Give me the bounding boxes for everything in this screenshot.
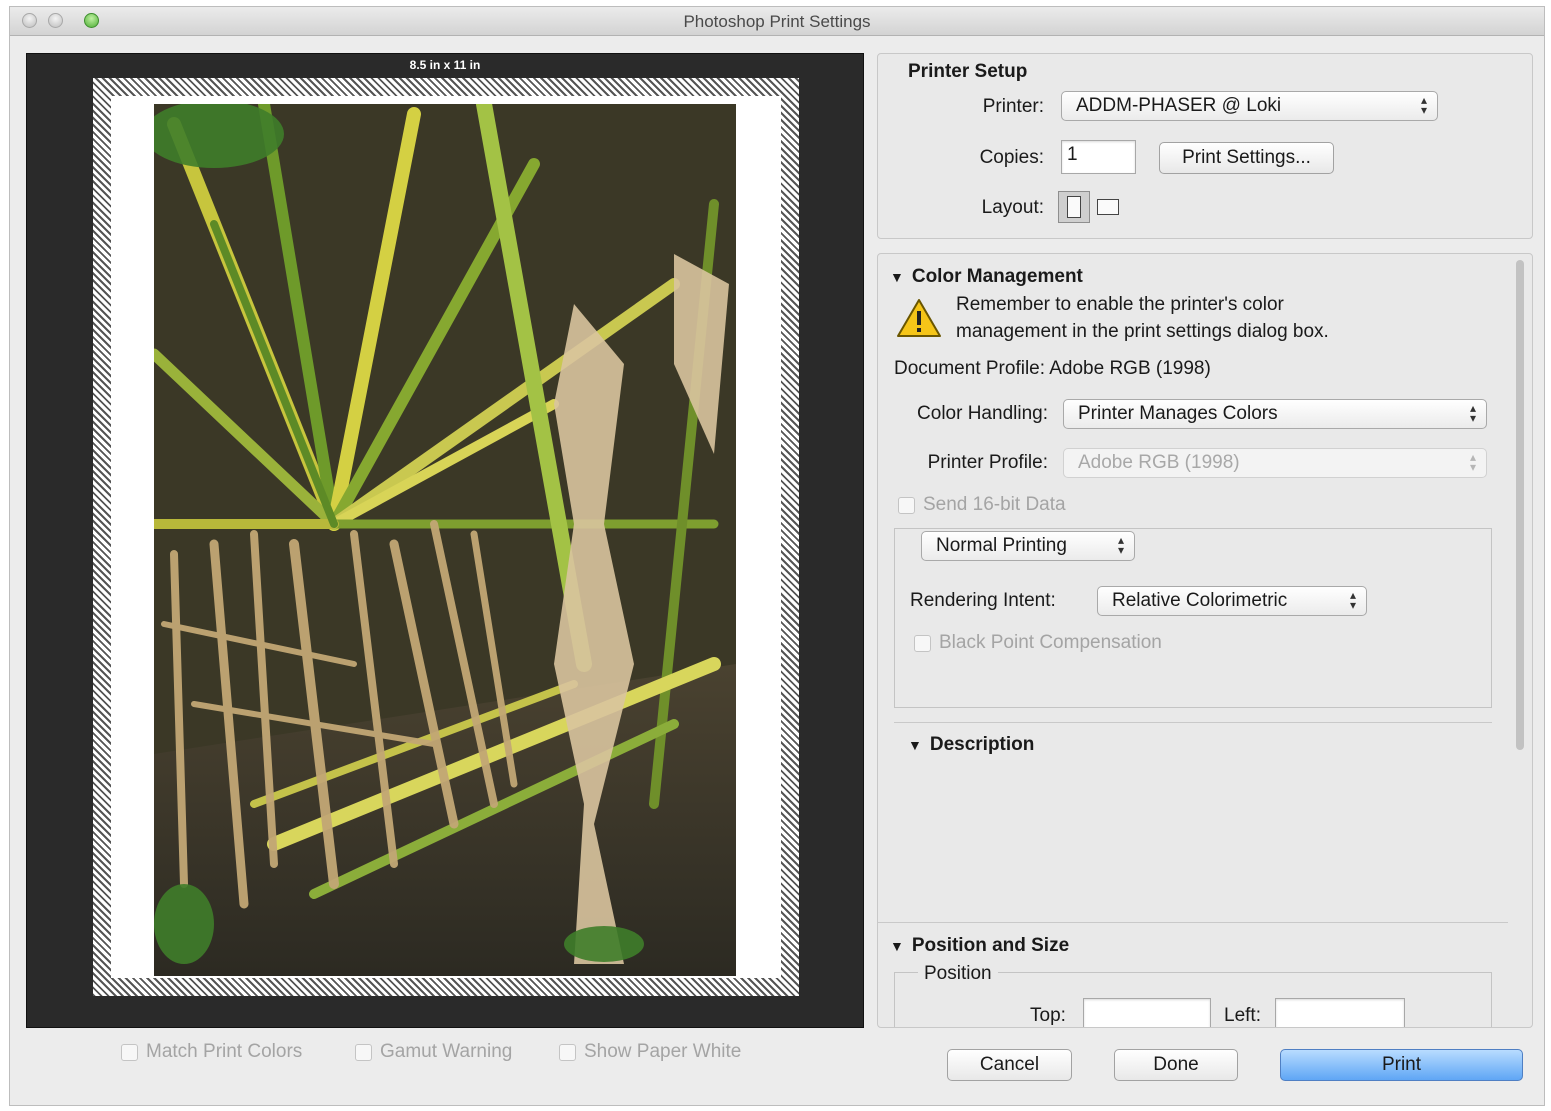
printer-profile-select[interactable]: Adobe RGB (1998) ▴ ▾ [1063, 448, 1487, 478]
divider [894, 722, 1492, 723]
gamut-warning-box[interactable] [355, 1043, 372, 1061]
color-handling-value: Printer Manages Colors [1078, 403, 1278, 424]
show-paper-white-box[interactable] [559, 1043, 576, 1061]
top-input[interactable] [1083, 998, 1211, 1027]
rendering-intent-value: Relative Colorimetric [1112, 590, 1288, 611]
select-arrows-icon: ▴ ▾ [1469, 450, 1476, 474]
match-print-colors-checkbox[interactable]: Match Print Colors [121, 1041, 302, 1063]
paper-size-label: 8.5 in x 11 in [409, 58, 481, 72]
printer-setup-heading: Printer Setup [908, 61, 1028, 82]
landscape-layout-button[interactable] [1093, 191, 1125, 223]
select-arrows-icon: ▴ ▾ [1469, 401, 1476, 425]
print-settings-window: Photoshop Print Settings 8.5 in x 11 in [9, 6, 1545, 1106]
position-label: Position [918, 963, 998, 985]
divider [878, 922, 1508, 923]
portrait-layout-button[interactable] [1058, 191, 1090, 223]
position-size-header[interactable]: ▼ Position and Size [890, 935, 1069, 957]
black-point-checkbox[interactable]: Black Point Compensation [914, 632, 1162, 654]
gamut-warning-checkbox[interactable]: Gamut Warning [355, 1041, 512, 1063]
printer-setup-group: Printer Setup Printer: ADDM-PHASER @ Lok… [877, 53, 1533, 239]
position-size-heading: Position and Size [911, 935, 1070, 956]
title-bar: Photoshop Print Settings [10, 7, 1544, 36]
left-label: Left: [1224, 1005, 1261, 1026]
preview-photo[interactable] [154, 104, 736, 976]
description-heading: Description [929, 734, 1035, 755]
match-print-colors-label: Match Print Colors [146, 1041, 303, 1062]
match-print-colors-box[interactable] [121, 1043, 138, 1061]
send-16bit-box[interactable] [898, 496, 915, 514]
landscape-icon [1097, 199, 1119, 215]
disclosure-triangle-icon: ▼ [908, 737, 922, 753]
copies-input[interactable]: 1 [1061, 140, 1136, 174]
top-label: Top: [1030, 1005, 1066, 1026]
disclosure-triangle-icon: ▼ [890, 269, 904, 285]
select-arrows-icon: ▴ ▾ [1117, 533, 1124, 557]
send-16bit-label: Send 16-bit Data [923, 494, 1066, 515]
warning-icon [896, 298, 942, 338]
show-paper-white-checkbox[interactable]: Show Paper White [559, 1041, 741, 1063]
print-settings-button[interactable]: Print Settings... [1159, 142, 1334, 174]
send-16bit-checkbox[interactable]: Send 16-bit Data [898, 494, 1066, 516]
disclosure-triangle-icon: ▼ [890, 938, 904, 954]
print-preview: 8.5 in x 11 in [26, 53, 864, 1028]
printer-label: Printer: [982, 96, 1044, 117]
select-arrows-icon: ▴ ▾ [1420, 93, 1427, 117]
printer-profile-label: Printer Profile: [927, 452, 1048, 473]
printer-select-value: ADDM-PHASER @ Loki [1076, 95, 1282, 116]
copies-label: Copies: [979, 147, 1044, 168]
color-management-header[interactable]: ▼ Color Management [890, 266, 1083, 288]
black-point-label: Black Point Compensation [939, 632, 1162, 653]
settings-scrollbar[interactable] [1514, 260, 1526, 1021]
color-handling-select[interactable]: Printer Manages Colors ▴ ▾ [1063, 399, 1487, 429]
window-title: Photoshop Print Settings [683, 12, 871, 31]
document-profile-text: Document Profile: Adobe RGB (1998) [894, 358, 1211, 379]
warning-line-2: management in the print settings dialog … [956, 321, 1329, 342]
left-input[interactable] [1275, 998, 1405, 1027]
rendering-intent-label: Rendering Intent: [910, 590, 1056, 611]
color-handling-label: Color Handling: [917, 403, 1048, 424]
done-button[interactable]: Done [1114, 1049, 1238, 1081]
show-paper-white-label: Show Paper White [584, 1041, 742, 1062]
printer-select[interactable]: ADDM-PHASER @ Loki ▴ ▾ [1061, 91, 1438, 121]
settings-scroll-panel: ▼ Color Management Remember to enable the… [877, 253, 1533, 1028]
printing-mode-select[interactable]: Normal Printing ▴ ▾ [921, 531, 1135, 561]
printing-mode-value: Normal Printing [936, 535, 1067, 556]
printer-profile-value: Adobe RGB (1998) [1078, 452, 1240, 473]
portrait-icon [1067, 196, 1081, 218]
print-button[interactable]: Print [1280, 1049, 1523, 1081]
black-point-box[interactable] [914, 634, 931, 652]
select-arrows-icon: ▴ ▾ [1349, 588, 1356, 612]
layout-label: Layout: [981, 197, 1044, 218]
color-management-heading: Color Management [911, 266, 1083, 287]
warning-line-1: Remember to enable the printer's color [956, 294, 1284, 315]
scrollbar-thumb[interactable] [1516, 260, 1524, 750]
rendering-intent-select[interactable]: Relative Colorimetric ▴ ▾ [1097, 586, 1367, 616]
cancel-button[interactable]: Cancel [947, 1049, 1072, 1081]
description-header[interactable]: ▼ Description [908, 734, 1034, 756]
gamut-warning-label: Gamut Warning [380, 1041, 513, 1062]
